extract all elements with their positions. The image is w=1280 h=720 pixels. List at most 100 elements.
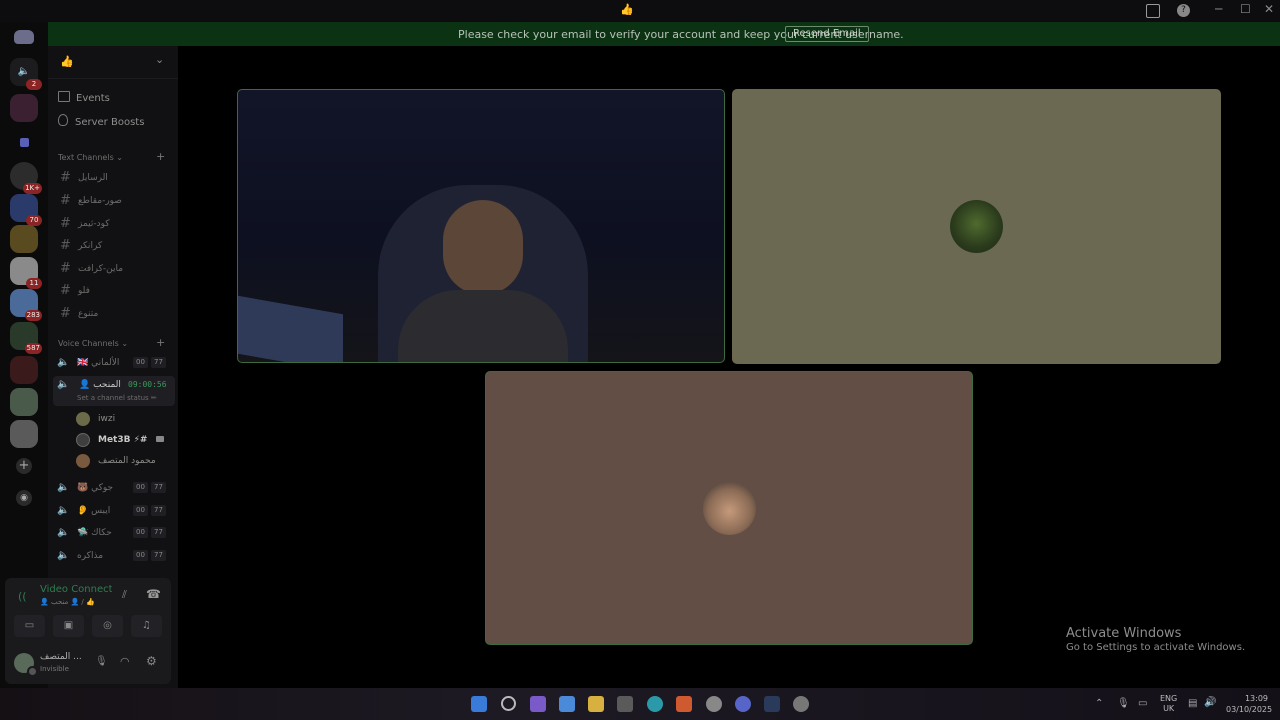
activity-button[interactable]: ◎	[92, 615, 123, 637]
desk-object	[238, 295, 343, 362]
headphones-icon[interactable]: ◠	[120, 655, 130, 668]
active-voice-channel[interactable]: 🔈 👤 المنحب 09:00:56 Set a channel status…	[53, 376, 175, 406]
text-channel[interactable]: # صور-مقاطع	[56, 193, 176, 211]
discord-home-icon[interactable]	[14, 30, 34, 44]
clock[interactable]: 13:09 03/10/2025	[1226, 693, 1272, 715]
edge-icon[interactable]	[647, 696, 663, 712]
resend-email-button[interactable]: Resend Email	[785, 26, 869, 42]
video-tile-avatar[interactable]	[485, 371, 973, 645]
close-button[interactable]: ✕	[1264, 2, 1274, 16]
help-icon[interactable]: ?	[1177, 4, 1190, 17]
add-server-icon[interactable]: +	[16, 458, 32, 474]
maximize-button[interactable]: ☐	[1240, 2, 1251, 16]
speaker-icon: 🔈	[57, 379, 70, 390]
app-icon[interactable]	[793, 696, 809, 712]
server-icon[interactable]	[10, 356, 38, 384]
video-camera-icon	[156, 436, 164, 442]
channel-status-link[interactable]: Set a channel status ✏	[77, 394, 157, 402]
soundboard-button[interactable]: ♫	[131, 615, 162, 637]
text-channel[interactable]: # ماين-كرافت	[56, 261, 176, 279]
server-icon[interactable]	[10, 225, 38, 253]
text-channel[interactable]: # فلو	[56, 283, 176, 301]
avatar	[76, 454, 90, 468]
server-icon[interactable]	[10, 388, 38, 416]
minimize-button[interactable]: ─	[1215, 2, 1222, 16]
voice-channel-name: 👤 المنحب	[79, 380, 121, 390]
speaker-icon: 🔈	[57, 482, 70, 493]
title-bar: 👍 ? ─ ☐ ✕	[0, 0, 1280, 22]
add-channel-icon[interactable]: +	[156, 150, 165, 163]
voice-connection-panel: (( Video Connected 👤 منحب 👤 / 👍 ⫽ ☎ ▭ ▣ …	[5, 578, 171, 684]
volume-icon[interactable]: 🔊	[1204, 697, 1216, 708]
speaker-icon: 🔈	[57, 550, 70, 561]
server-icon[interactable]	[10, 420, 38, 448]
participant-avatar	[703, 482, 756, 535]
voice-channels-header[interactable]: Voice Channels ⌄	[58, 339, 128, 348]
file-explorer-icon[interactable]	[588, 696, 604, 712]
voice-channel[interactable]: 🔈 مذاكره 00 77	[53, 548, 175, 566]
voice-channel[interactable]: 🔈 🛸 حكاك 00 77	[53, 525, 175, 543]
events-item[interactable]: Events	[58, 91, 110, 104]
verify-email-banner: Please check your email to verify your a…	[48, 22, 1280, 46]
voice-status: Video Connected	[40, 584, 112, 595]
voice-member[interactable]: Met3B ⚡#	[76, 432, 168, 450]
presence-dot	[27, 666, 38, 677]
signal-icon: ((	[18, 590, 27, 603]
brave-icon[interactable]	[676, 696, 692, 712]
text-channel[interactable]: # كود-ثيمز	[56, 216, 176, 234]
title-emoji: 👍	[620, 3, 634, 16]
server-boosts-item[interactable]: Server Boosts	[58, 114, 144, 128]
microphone-icon[interactable]: 🎙	[95, 656, 108, 667]
server-header[interactable]: 👍 ⌄	[48, 46, 178, 79]
text-channels-header[interactable]: Text Channels ⌄	[58, 153, 123, 162]
camera-off-button[interactable]: ▭	[14, 615, 45, 637]
folder-icon[interactable]	[20, 138, 29, 147]
language-indicator[interactable]: ENG UK	[1160, 694, 1177, 714]
voice-channel-path[interactable]: 👤 منحب 👤 / 👍	[40, 598, 95, 606]
server-icon[interactable]: 283	[10, 289, 42, 321]
server-icon[interactable]: 70	[10, 194, 42, 226]
voice-channel[interactable]: 🔈 🐻 جوكي 00 77	[53, 480, 175, 498]
voice-channel[interactable]: 🔈 🇬🇧 الألماني 00 77	[53, 355, 175, 373]
text-channel[interactable]: # الرسايل	[56, 170, 176, 188]
start-icon[interactable]	[471, 696, 487, 712]
speaker-icon: 🔈	[57, 357, 70, 368]
app-icon[interactable]	[706, 696, 722, 712]
server-icon[interactable]	[10, 94, 38, 122]
app-icon[interactable]	[530, 696, 546, 712]
inbox-icon[interactable]	[1146, 4, 1160, 18]
text-channel[interactable]: # متنوع	[56, 306, 176, 324]
add-voice-channel-icon[interactable]: +	[156, 336, 165, 349]
server-icon[interactable]: 587	[10, 322, 42, 354]
dm-icon[interactable]: 🔈 2	[10, 58, 42, 90]
voice-channel[interactable]: 🔈 👂 ايبس 00 77	[53, 503, 175, 521]
discord-icon[interactable]	[735, 696, 751, 712]
speaker-icon: 🔈	[57, 527, 70, 538]
disconnect-icon[interactable]: ☎	[146, 587, 161, 601]
text-channel[interactable]: # كرانكر	[56, 238, 176, 256]
server-icon[interactable]: 1K+	[10, 162, 42, 194]
store-icon[interactable]	[617, 696, 633, 712]
tray-mic-icon[interactable]: 🎙	[1117, 698, 1130, 709]
network-icon[interactable]: ▤	[1188, 698, 1197, 709]
tray-display-icon[interactable]: ▭	[1138, 698, 1147, 709]
boost-icon	[58, 114, 68, 126]
copilot-icon[interactable]	[559, 696, 575, 712]
noise-suppression-icon[interactable]: ⫽	[122, 588, 127, 602]
speaker-icon: 🔈	[57, 505, 70, 516]
video-tile-avatar[interactable]	[732, 89, 1221, 364]
search-icon[interactable]	[501, 696, 516, 711]
avatar	[76, 433, 90, 447]
user-status: Invisible	[40, 665, 69, 673]
video-tile-camera[interactable]	[237, 89, 725, 363]
calendar-icon	[58, 91, 70, 102]
settings-gear-icon[interactable]: ⚙	[146, 654, 157, 668]
steam-icon[interactable]	[764, 696, 780, 712]
voice-timer: 09:00:56	[128, 380, 167, 389]
explore-icon[interactable]: ◉	[16, 490, 32, 506]
activation-watermark: Activate Windows Go to Settings to activ…	[1066, 626, 1246, 653]
taskbar	[0, 688, 1280, 720]
server-icon[interactable]: 11	[10, 257, 42, 289]
screen-share-button[interactable]: ▣	[53, 615, 84, 637]
tray-chevron-icon[interactable]: ⌃	[1095, 698, 1103, 709]
